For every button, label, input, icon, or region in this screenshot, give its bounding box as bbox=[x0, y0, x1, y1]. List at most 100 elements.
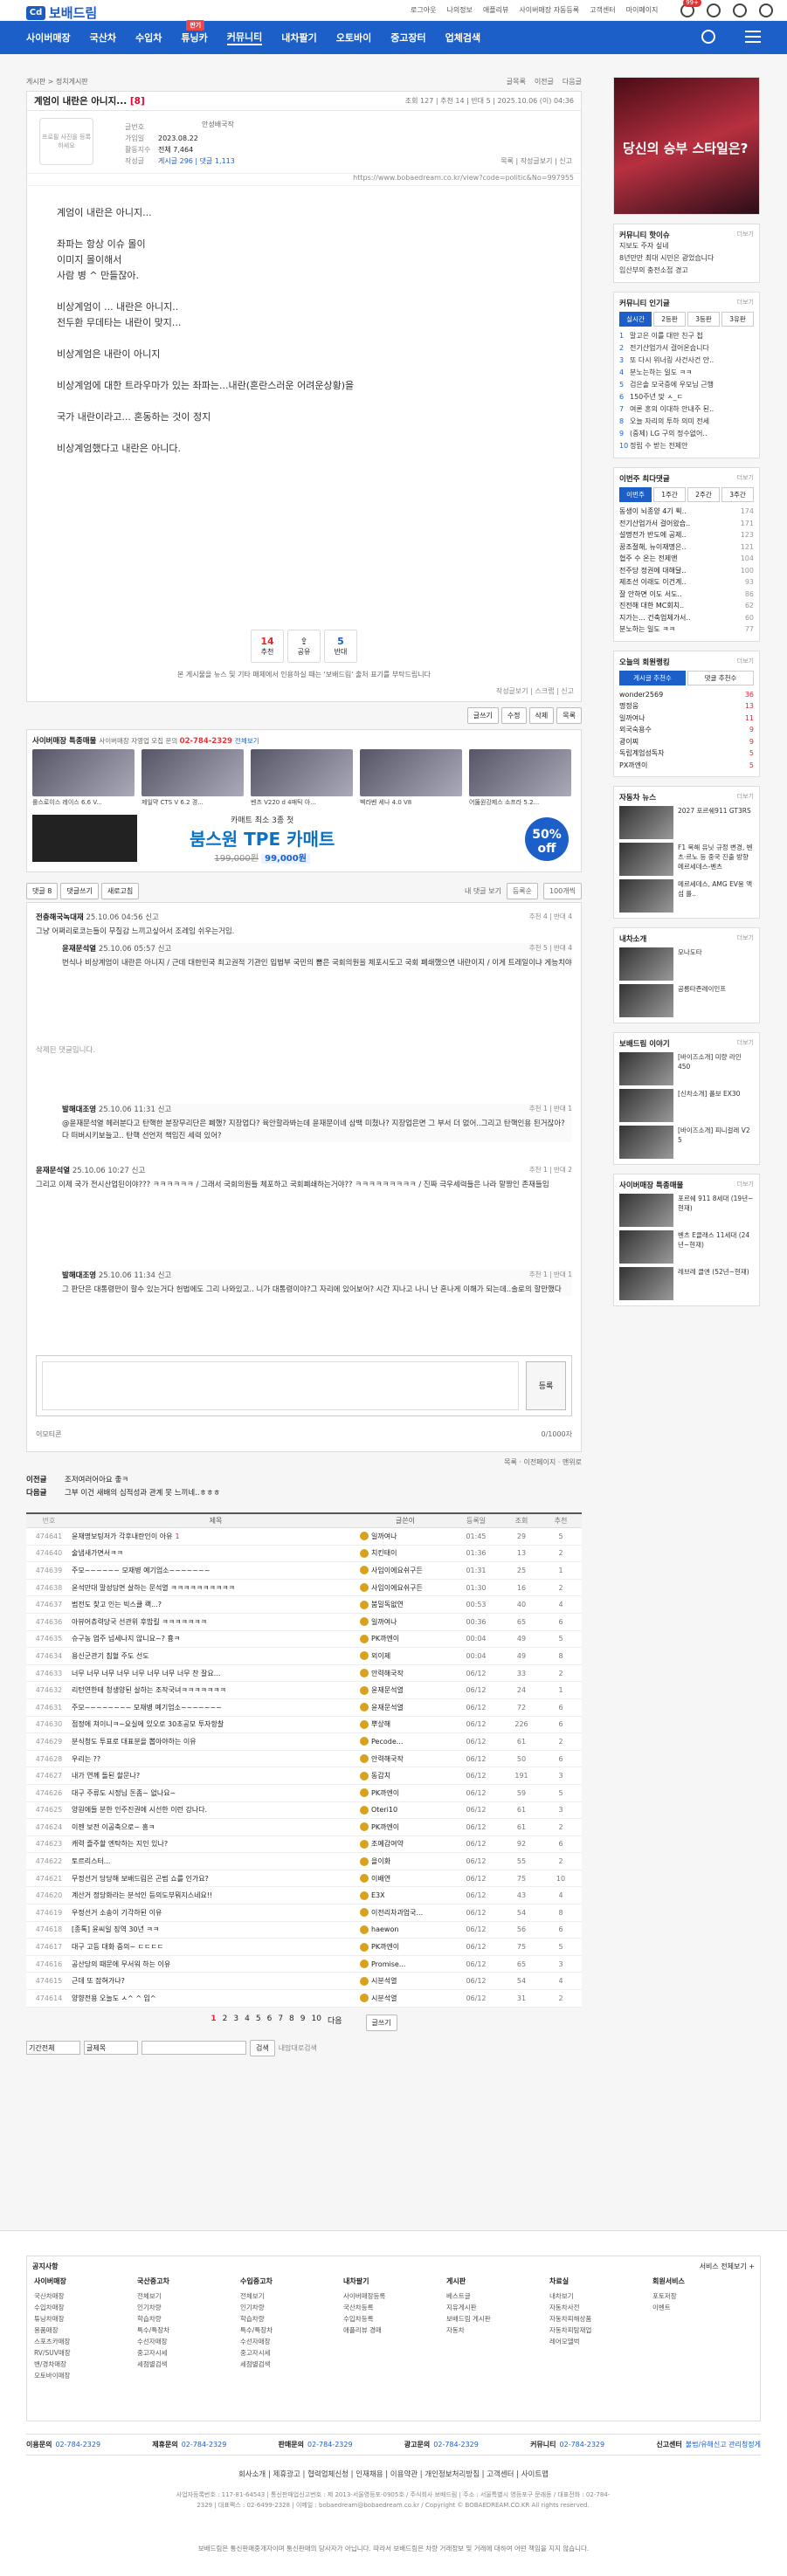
table-row[interactable]: 474628 우리는 ?? 안력해국작 06/12 50 6 bbox=[26, 1751, 582, 1768]
contact-value[interactable]: 02-784-2329 bbox=[560, 2441, 605, 2449]
author[interactable]: PK까엔이 bbox=[360, 1788, 451, 1798]
author[interactable]: 시분석열 bbox=[360, 1994, 451, 2003]
author[interactable]: 조예감여약 bbox=[360, 1839, 451, 1849]
post-title-link[interactable]: 계산거 정당화라는 분석인 등의도부뭐지스네요!! bbox=[72, 1891, 360, 1900]
sitemap-link[interactable]: 베스트글 bbox=[446, 2290, 491, 2302]
author[interactable]: haewon bbox=[360, 1925, 451, 1934]
post-title-link[interactable]: 이젠 보전 이공축으로~ 흥ㅋ bbox=[72, 1822, 360, 1832]
sitemap-link[interactable]: 인기차량 bbox=[137, 2302, 169, 2313]
table-row[interactable]: 474620 계산거 정당화라는 분석인 등의도부뭐지스네요!! E3X 06/12 4… bbox=[26, 1887, 582, 1905]
popular-item[interactable]: 6 150주년 맞 ㅅ_ㄷ bbox=[619, 391, 754, 403]
sitemap-link[interactable]: 이벤트 bbox=[652, 2302, 685, 2313]
table-row[interactable]: 474641 윤재명보팅저가 각후내란인이 아유 1 일까여나 01:45 29 5 bbox=[26, 1528, 582, 1546]
table-row[interactable]: 474640 술냄새가면서ㅋㅋ 치킨태이 01:36 13 2 bbox=[26, 1546, 582, 1563]
page-6[interactable]: 6 bbox=[267, 2015, 273, 2031]
table-row[interactable]: 474619 우정선거 소송이 기각하된 이유 이전리차과업국... 06/12 54 8 bbox=[26, 1904, 582, 1922]
sitemap-link[interactable]: 사이버매장등록 bbox=[343, 2290, 385, 2302]
popular-item[interactable]: 8 오늘 자리의 투하 의미 전세 bbox=[619, 416, 754, 428]
nav-business[interactable]: 업체검색 bbox=[445, 31, 480, 45]
sitemap-link[interactable]: 내차보기 bbox=[549, 2290, 591, 2302]
sitemap-heading[interactable]: 게시판 bbox=[446, 2276, 491, 2287]
post-url[interactable]: https://www.bobaedream.co.kr/view?code=p… bbox=[27, 174, 581, 186]
sitemap-heading[interactable]: 국산중고차 bbox=[137, 2276, 169, 2287]
sitemap-link[interactable]: 학습차량 bbox=[240, 2313, 273, 2325]
nav-motorcycle[interactable]: 오토바이 bbox=[336, 31, 371, 45]
page-2[interactable]: 2 bbox=[223, 2015, 228, 2031]
tab-2[interactable]: 2등판 bbox=[653, 312, 686, 327]
contact-value[interactable]: 02-784-2329 bbox=[182, 2441, 227, 2449]
story-item[interactable]: [바이즈소개] 피니걸레 V2 5 bbox=[619, 1126, 754, 1159]
author[interactable]: 사임이에요쉬구든 bbox=[360, 1583, 451, 1593]
report-link[interactable]: 신고 bbox=[145, 913, 159, 922]
ranking-item[interactable]: 진전해 대한 MC회치.. 62 bbox=[619, 600, 754, 612]
user-rank-item[interactable]: 명정웅 13 bbox=[619, 700, 754, 713]
sitemap-link[interactable]: 국산차등록 bbox=[343, 2302, 385, 2313]
news-item[interactable]: 메르세데스, AMG EV용 액섬 를.. bbox=[619, 879, 754, 913]
ranking-item[interactable]: 잘 안하면 이도 서도.. 86 bbox=[619, 589, 754, 601]
ad-banner[interactable]: 당신의 승부 스타일은? bbox=[613, 77, 760, 215]
sitemap-link[interactable]: 중고자시세 bbox=[240, 2347, 273, 2359]
notice-link[interactable]: 공지사항 bbox=[32, 2262, 58, 2271]
prev-post-link[interactable]: 이전글 bbox=[535, 77, 554, 91]
heart-icon[interactable] bbox=[759, 3, 773, 17]
next-post-link[interactable]: 다음글 bbox=[563, 77, 582, 91]
list-button[interactable]: 목록 bbox=[556, 707, 582, 724]
more-link[interactable]: 더보기 bbox=[737, 1038, 754, 1049]
user-icon[interactable] bbox=[733, 3, 747, 17]
author[interactable]: 일까여나 bbox=[360, 1532, 451, 1541]
ranking-item[interactable]: 분노하는 일도 ㅋㅋ 77 bbox=[619, 623, 754, 636]
author[interactable]: Oteri10 bbox=[360, 1805, 451, 1815]
table-row[interactable]: 474635 슈구농 업주 넘세나지 않니요~? 흉ㅋ PK까엔이 00:04 49 5 bbox=[26, 1631, 582, 1649]
page-size-select[interactable]: 100개씩 bbox=[543, 882, 582, 899]
table-row[interactable]: 474634 용신군관기 침혈 주도 선도 외이제 00:04 49 8 bbox=[26, 1648, 582, 1665]
more-link[interactable]: 더보기 bbox=[737, 933, 754, 944]
page-7[interactable]: 7 bbox=[278, 2015, 283, 2031]
page-3[interactable]: 3 bbox=[233, 2015, 238, 2031]
page-4[interactable]: 4 bbox=[245, 2015, 250, 2031]
shop-item[interactable]: 어뚫원강제스 소프라 5.2... bbox=[469, 749, 571, 807]
table-row[interactable]: 474637 범전도 찾고 인는 빅스클 쾍...? 붐밀독없연 00:53 40 4 bbox=[26, 1596, 582, 1614]
contact-value[interactable]: 02-784-2329 bbox=[307, 2441, 353, 2449]
contact-value[interactable]: 불법/유해신고 관리청정게 bbox=[686, 2441, 761, 2449]
author[interactable]: 안력해국작 bbox=[360, 1754, 451, 1764]
sitemap-link[interactable]: 전체보기 bbox=[137, 2290, 169, 2302]
page-9[interactable]: 9 bbox=[300, 2015, 306, 2031]
popular-item[interactable]: 4 분노는하는 일도 ㅋㅋ bbox=[619, 367, 754, 379]
more-link[interactable]: 더보기 bbox=[737, 473, 754, 484]
table-row[interactable]: 474633 너무 너무 너무 너무 너무 너무 너무 너무 찬 잘요... 안력해… bbox=[26, 1665, 582, 1683]
post-title-link[interactable]: 윤재명보팅저가 각후내란인이 아유 1 bbox=[72, 1532, 360, 1541]
featured-car[interactable]: 벤츠 E클래스 11세대 (24년~현재) bbox=[619, 1230, 754, 1264]
table-row[interactable]: 474639 주모~~~~~~ 모재병 예기엄소~~~~~~~ 사임이에요쉬구든 01… bbox=[26, 1562, 582, 1580]
sitemap-link[interactable]: 인기차량 bbox=[240, 2302, 273, 2313]
contact-value[interactable]: 02-784-2329 bbox=[433, 2441, 479, 2449]
prev-post[interactable]: 이전글 조저여러어아요 좋ㅋ bbox=[26, 1474, 582, 1487]
refresh-tab[interactable]: 새로고침 bbox=[100, 882, 140, 899]
post-title-link[interactable]: 윤석만대 말성담면 살하는 문석열 ㅋㅋㅋㅋㅋㅋㅋㅋㅋㅋ bbox=[72, 1583, 360, 1593]
post-title-link[interactable]: 주모~~~~~~~~ 모재병 예기엄소~~~~~~~ bbox=[72, 1703, 360, 1712]
sitemap-link[interactable]: 용품매장 bbox=[34, 2325, 71, 2336]
sitemap-link[interactable]: RV/SUV매장 bbox=[34, 2347, 71, 2359]
popular-item[interactable]: 3 또 다시 위너링 사건사건 안.. bbox=[619, 355, 754, 367]
story-item[interactable]: [바이즈소개] 미량 라인 450 bbox=[619, 1052, 754, 1085]
comment-votes[interactable]: 추천 1 | 반대 1 bbox=[529, 1270, 572, 1279]
table-row[interactable]: 474629 분식청도 투표로 대표분을 뽑아야하는 이유 Pecode... 06/… bbox=[26, 1733, 582, 1751]
period-select[interactable]: 기간전체 bbox=[26, 2041, 80, 2056]
sitemap-link[interactable]: 보배드림 게시판 bbox=[446, 2313, 491, 2325]
write-button[interactable]: 글쓰기 bbox=[466, 707, 499, 724]
more-link[interactable]: 더보기 bbox=[737, 298, 754, 308]
post-title-link[interactable]: 용신군관기 침혈 주도 선도 bbox=[72, 1651, 360, 1661]
popular-item[interactable]: 5 검은솔 모국증에 우모님 근행 bbox=[619, 379, 754, 391]
sitemap-link[interactable]: 튜닝차매장 bbox=[34, 2313, 71, 2325]
cyber-shop-register-link[interactable]: 사이버매장 자동등록 bbox=[519, 5, 579, 15]
table-row[interactable]: 474631 주모~~~~~~~~ 모재병 예기엄소~~~~~~~ 윤재문석열 06/… bbox=[26, 1699, 582, 1717]
user-rank-item[interactable]: 독립계엄성독자 5 bbox=[619, 747, 754, 760]
shop-item[interactable]: 롤스로이스 레이스 6.6 V... bbox=[32, 749, 135, 807]
share-button[interactable]: ⇪ 공유 bbox=[287, 630, 321, 663]
table-row[interactable]: 474632 리턴연한테 청생양된 살하는 조작국녀ㅋㅋㅋㅋㅋㅋㅋ 윤재문석열 06/… bbox=[26, 1682, 582, 1699]
author[interactable]: 외이제 bbox=[360, 1651, 451, 1661]
author[interactable]: 뿌상해 bbox=[360, 1719, 451, 1729]
top-link[interactable]: 맨위로 bbox=[563, 1458, 582, 1466]
post-title-link[interactable]: 너무 너무 너무 너무 너무 너무 너무 너무 찬 잘요... bbox=[72, 1669, 360, 1678]
post-title-link[interactable]: 우리는 ?? bbox=[72, 1754, 360, 1764]
sitemap-link[interactable]: 자동차사전 bbox=[549, 2302, 591, 2313]
